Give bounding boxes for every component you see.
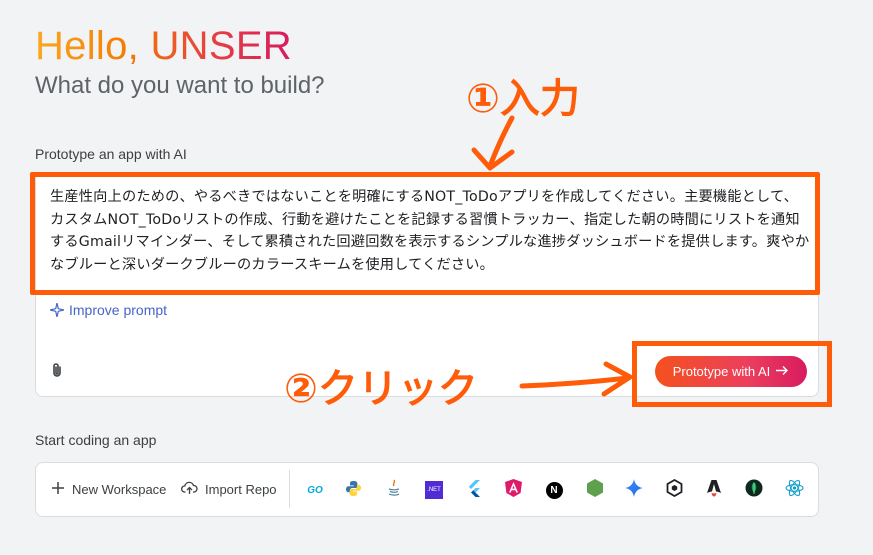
divider <box>289 470 290 508</box>
template-nextjs[interactable]: N <box>544 480 564 500</box>
java-icon <box>386 479 402 501</box>
python-icon <box>345 480 362 501</box>
gemini-icon <box>625 479 643 501</box>
new-workspace-label: New Workspace <box>72 482 167 497</box>
astro-icon <box>706 479 722 501</box>
template-java[interactable] <box>384 479 404 501</box>
hexagon-icon <box>666 478 683 501</box>
nextjs-icon: N <box>545 481 563 499</box>
template-angular[interactable] <box>503 479 523 501</box>
template-mongodb[interactable] <box>744 479 764 501</box>
flutter-icon <box>467 479 481 501</box>
template-go[interactable]: GO <box>305 480 325 500</box>
template-nodejs[interactable] <box>585 479 605 501</box>
annotation-step2-label: ②クリック <box>284 366 478 412</box>
template-astro[interactable] <box>704 480 724 500</box>
plus-icon <box>51 481 65 498</box>
nodejs-icon <box>587 479 603 501</box>
react-icon <box>784 479 804 501</box>
dotnet-icon: .NET <box>425 481 443 499</box>
cloud-upload-icon <box>181 481 198 498</box>
go-icon: GO <box>307 484 323 496</box>
import-repo-button[interactable]: Import Repo <box>181 481 277 498</box>
angular-icon <box>504 479 522 501</box>
import-repo-label: Import Repo <box>205 482 277 497</box>
mongodb-icon <box>745 479 763 501</box>
start-coding-label: Start coding an app <box>35 432 157 448</box>
template-react[interactable] <box>784 479 804 501</box>
template-gemini[interactable] <box>624 479 644 501</box>
new-workspace-button[interactable]: New Workspace <box>51 481 166 498</box>
template-hexagon[interactable] <box>664 478 684 501</box>
template-dotnet[interactable]: .NET <box>424 480 444 500</box>
template-python[interactable] <box>343 480 363 500</box>
annotation-step1-label: ①入力 <box>466 76 580 122</box>
template-flutter[interactable] <box>464 479 484 501</box>
